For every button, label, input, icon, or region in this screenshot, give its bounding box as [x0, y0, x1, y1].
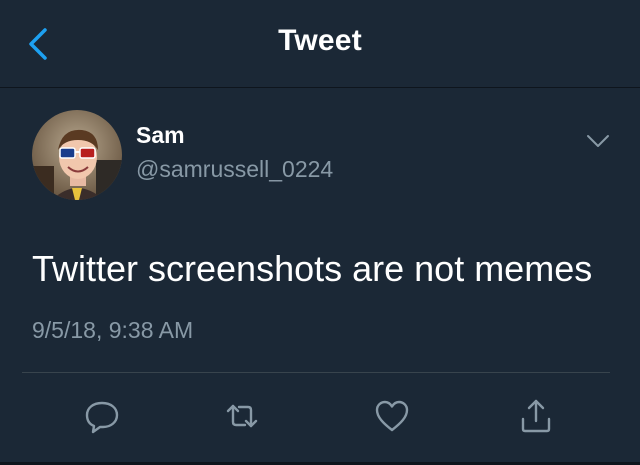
page-title: Tweet	[278, 24, 362, 57]
like-icon	[375, 400, 409, 432]
reply-button[interactable]	[82, 396, 122, 436]
retweet-button[interactable]	[222, 396, 262, 436]
top-nav-bar: Tweet	[0, 0, 640, 88]
share-button[interactable]	[516, 396, 556, 436]
author-handle[interactable]: @samrussell_0224	[136, 156, 333, 183]
share-icon	[521, 399, 551, 433]
author-name[interactable]: Sam	[136, 122, 185, 149]
profile-photo	[32, 110, 122, 200]
retweet-icon	[226, 404, 258, 428]
chevron-down-icon	[587, 135, 609, 147]
more-options-button[interactable]	[586, 134, 610, 148]
tweet-text: Twitter screenshots are not memes	[32, 248, 593, 289]
reply-icon	[85, 401, 119, 434]
tweet-timestamp: 9/5/18, 9:38 AM	[32, 317, 194, 343]
avatar[interactable]	[32, 110, 122, 200]
tweet-detail: Sam @samrussell_0224 Twitter screenshots…	[0, 88, 640, 465]
divider	[22, 372, 610, 373]
like-button[interactable]	[372, 396, 412, 436]
